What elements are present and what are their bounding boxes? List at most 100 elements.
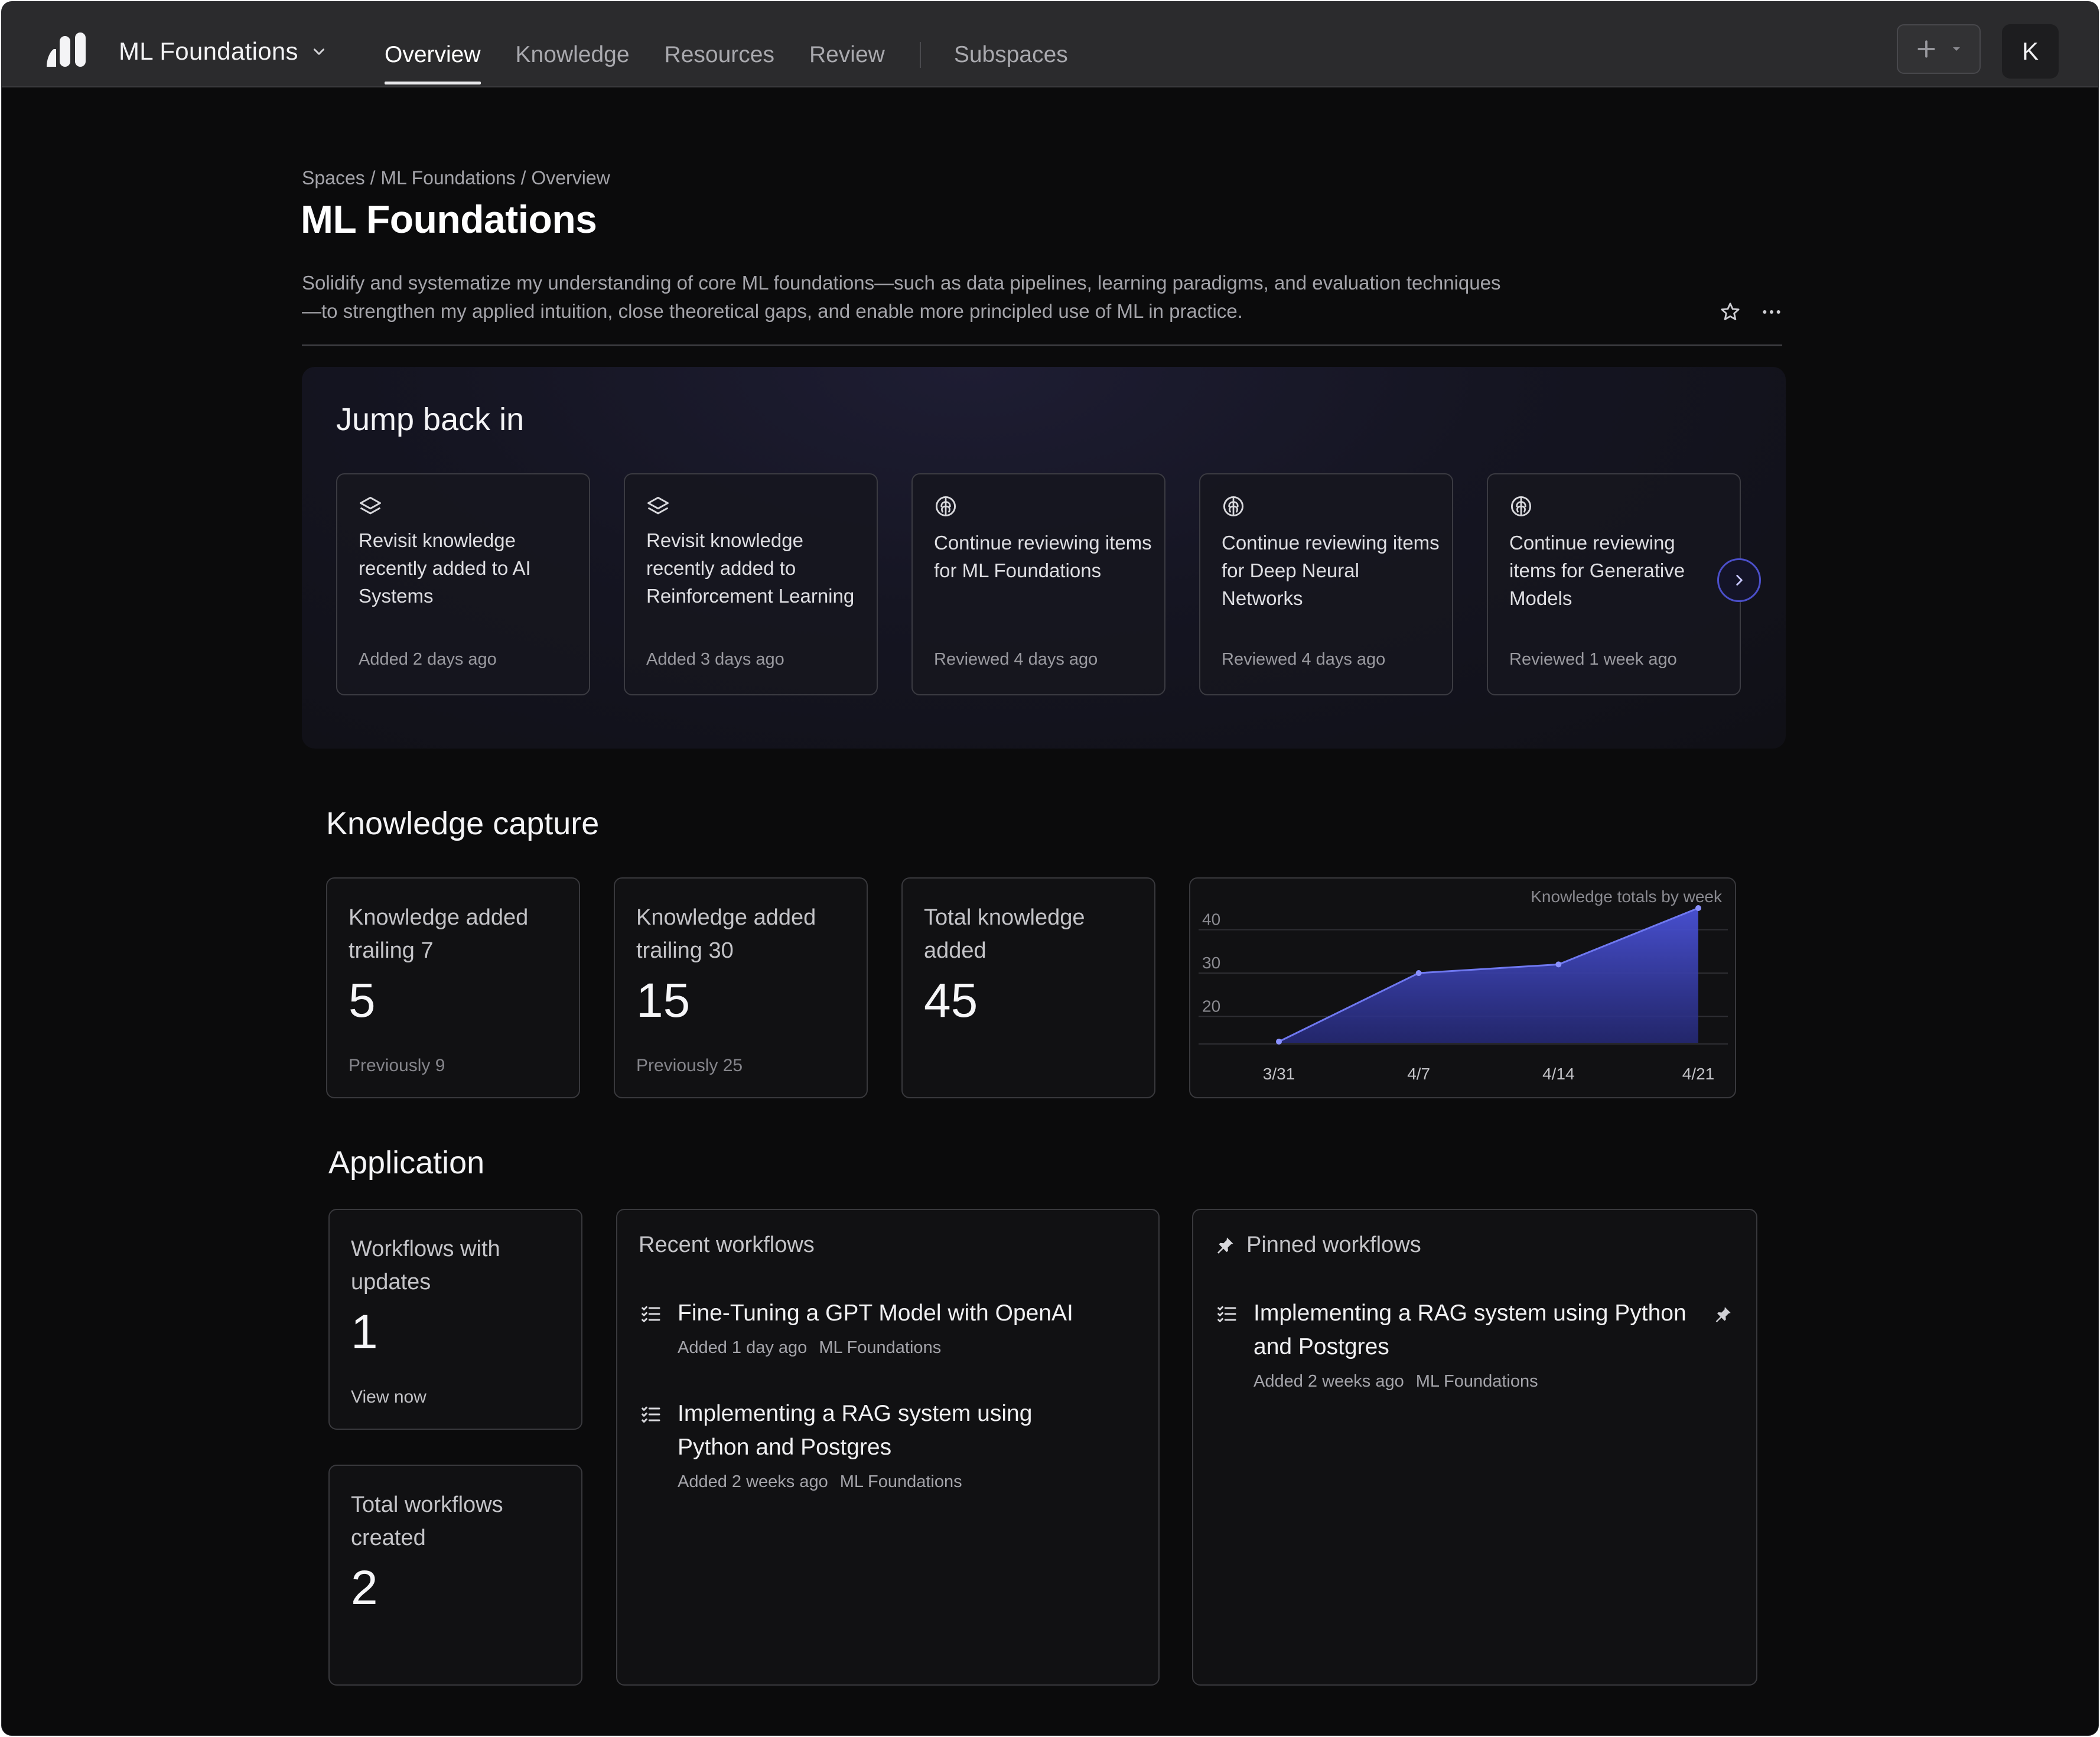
workflow-title: Implementing a RAG system using Python a… [678,1401,1033,1460]
top-bar: ML Foundations Overview Knowledge Resour… [2,2,2098,87]
next-button[interactable] [1717,558,1761,602]
workflow-title: Fine-Tuning a GPT Model with OpenAI [678,1300,1073,1326]
knowledge-chart: Knowledge totals by week 20 30 40 3/31 4/7 4… [1199,887,1728,1083]
knowledge-capture-title: Knowledge capture [326,806,600,841]
stat-previous: Previously 9 [349,1056,445,1075]
stat-value: 2 [351,1561,378,1615]
space-switcher[interactable]: ML Foundations [119,37,327,66]
header-actions [1718,300,1783,324]
app-window: ML Foundations Overview Knowledge Resour… [1,1,2099,1736]
jump-card[interactable]: Continue reviewing items for Generative … [1487,473,1741,695]
list-icon [642,1406,660,1423]
avatar[interactable]: K [2002,24,2059,79]
workflow-space: ML Foundations [1415,1372,1538,1391]
recent-workflows-label: Recent workflows [639,1232,815,1257]
chart-point[interactable] [1555,961,1562,968]
chart-x-tick-label: 3/31 [1263,1065,1295,1083]
jump-card-text: Continue reviewing items for Generative … [1509,532,1685,609]
brain-icon [1510,496,1532,517]
stat-card-trailing-30: Knowledge added trailing 30 15 Previousl… [614,877,868,1098]
layers-icon [647,496,669,515]
workflow-title: Implementing a RAG system using Python a… [1254,1300,1686,1359]
jump-card-text: Revisit knowledge recently added to Rein… [646,529,855,607]
star-icon[interactable] [1718,300,1742,324]
recent-workflows-card: Recent workflows Fine-Tuning a GPT Model… [616,1209,1160,1686]
recent-workflows-title: Recent workflows [639,1232,815,1258]
pin-icon [1217,1237,1233,1254]
application-title: Application [328,1145,485,1180]
caret-down-icon [1953,47,1960,51]
jump-card-text: Revisit knowledge recently added to AI S… [359,529,531,607]
chart-point[interactable] [1695,905,1701,911]
view-now-link[interactable]: View now [351,1387,426,1407]
jump-card-meta: Reviewed 1 week ago [1509,650,1677,669]
stat-value: 5 [349,974,376,1027]
chart-x-tick-label: 4/21 [1682,1065,1715,1083]
nav-divider [919,42,921,68]
workflows-total-card: Total workflows created 2 [328,1465,582,1686]
tab-knowledge[interactable]: Knowledge [516,42,630,84]
jump-card[interactable]: Continue reviewing items for ML Foundati… [911,473,1165,695]
stat-label: Total workflows created [351,1492,503,1550]
stat-card-trailing-7: Knowledge added trailing 7 5 Previously … [326,877,580,1098]
chart-title: Knowledge totals by week [1531,887,1723,906]
logo-icon[interactable] [45,31,88,68]
space-name: ML Foundations [119,37,298,65]
pinned-workflows-card: Pinned workflows Implementing a RAG syst… [1192,1209,1757,1686]
chart-point[interactable] [1415,970,1422,976]
chevron-right-icon [1736,575,1743,585]
chart-x-tick-label: 4/7 [1407,1065,1430,1083]
list-item[interactable]: Implementing a RAG system using Python a… [639,1397,1067,1492]
unpin-icon[interactable] [1713,1305,1733,1325]
brain-icon [1223,496,1244,517]
stat-card-total: Total knowledge added 45 [901,877,1155,1098]
stat-previous: Previously 25 [636,1056,743,1075]
jump-card-meta: Reviewed 4 days ago [934,650,1098,669]
workflow-meta: Added 2 weeks ago ML Foundations [678,1472,1067,1492]
more-icon[interactable] [1760,300,1783,324]
workflow-meta: Added 2 weeks ago ML Foundations [1254,1372,1714,1391]
jump-back-in-title: Jump back in [336,402,525,437]
jump-card[interactable]: Revisit knowledge recently added to Rein… [624,473,878,695]
workflow-added: Added 1 day ago [678,1338,808,1357]
chart-y-tick-label: 40 [1202,910,1220,929]
jump-card-meta: Added 2 days ago [359,650,497,669]
header-divider [302,344,1782,346]
workflow-space: ML Foundations [819,1338,942,1357]
add-button[interactable] [1897,24,1981,74]
list-item[interactable]: Fine-Tuning a GPT Model with OpenAI Adde… [639,1296,1073,1358]
tab-subspaces[interactable]: Subspaces [954,42,1068,84]
jump-card-text: Continue reviewing items for Deep Neural… [1222,532,1440,609]
stat-value: 15 [636,974,691,1027]
chart-point[interactable] [1276,1039,1282,1045]
stat-label: Knowledge added trailing 7 [349,905,529,963]
layers-icon [360,496,381,515]
stat-label: Workflows with updates [351,1237,500,1294]
stat-value: 45 [924,974,978,1027]
list-item[interactable]: Implementing a RAG system using Python a… [1215,1296,1714,1391]
chart-area [1279,908,1698,1043]
tab-resources[interactable]: Resources [665,42,774,84]
list-icon [642,1306,660,1322]
stat-value: 1 [351,1305,378,1359]
workflow-space: ML Foundations [839,1472,962,1491]
brain-icon [935,496,956,517]
jump-card-meta: Added 3 days ago [646,650,784,669]
workflow-added: Added 2 weeks ago [1254,1372,1404,1391]
stat-label: Knowledge added trailing 30 [636,905,816,963]
pinned-workflows-title: Pinned workflows [1215,1232,1421,1258]
jump-card[interactable]: Continue reviewing items for Deep Neural… [1199,473,1453,695]
workflow-meta: Added 1 day ago ML Foundations [678,1338,1073,1358]
workflow-added: Added 2 weeks ago [678,1472,828,1491]
jump-card-meta: Reviewed 4 days ago [1222,650,1386,669]
tab-overview[interactable]: Overview [385,42,481,84]
workflows-updates-card: Workflows with updates 1 View now [328,1209,582,1430]
main-nav: Overview Knowledge Resources Review Subs… [385,42,1103,84]
jump-card[interactable]: Revisit knowledge recently added to AI S… [336,473,590,695]
chevron-down-icon [313,48,324,55]
knowledge-chart-card: Knowledge totals by week 20 30 40 3/31 4/7 4… [1189,877,1736,1098]
list-icon [1217,1306,1236,1322]
tab-review[interactable]: Review [809,42,885,84]
breadcrumb[interactable]: Spaces / ML Foundations / Overview [302,167,610,189]
pinned-workflows-label: Pinned workflows [1246,1232,1421,1257]
